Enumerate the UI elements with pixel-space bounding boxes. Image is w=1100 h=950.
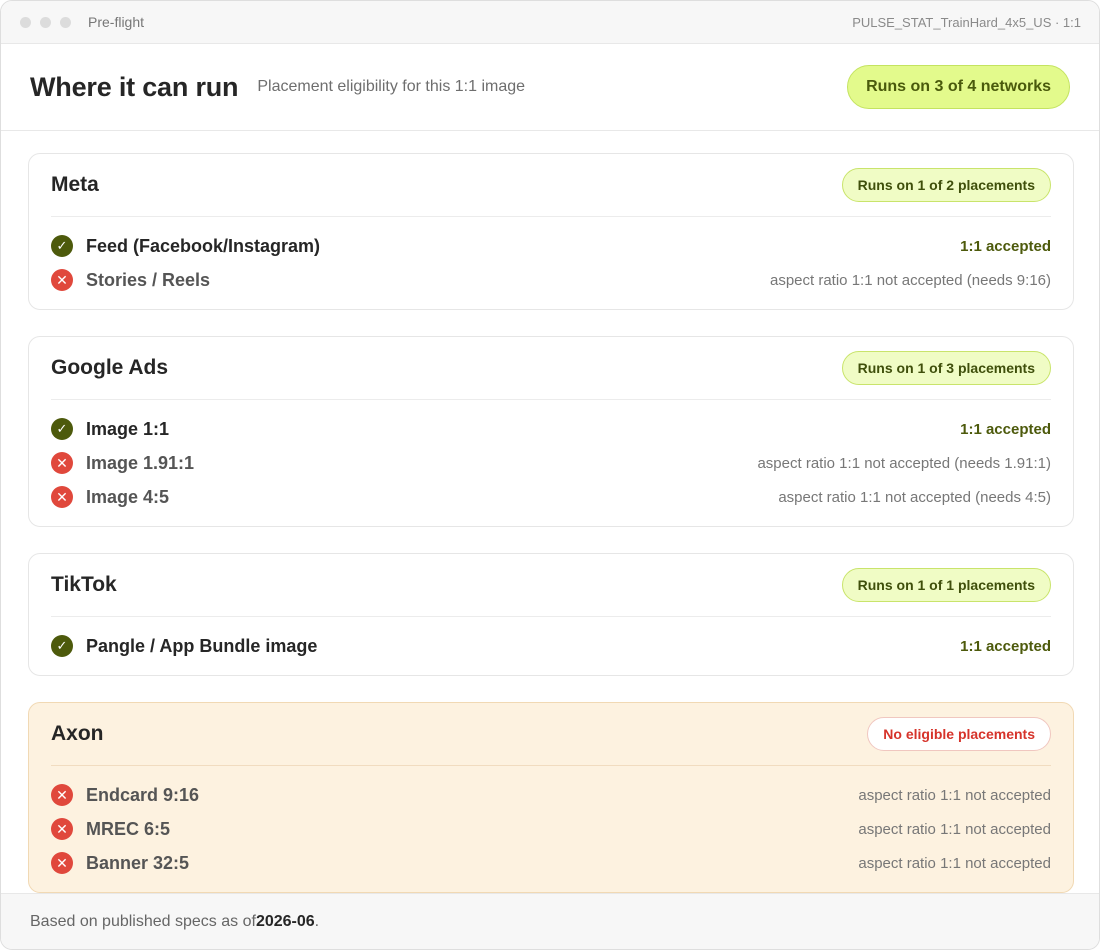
placement-result: aspect ratio 1:1 not accepted — [858, 854, 1051, 872]
placement-label: Endcard 9:16 — [86, 784, 200, 805]
placement-label: MREC 6:5 — [86, 818, 171, 839]
placement-result: aspect ratio 1:1 not accepted (needs 4:5… — [778, 488, 1051, 506]
placement-label: Image 1.91:1 — [86, 452, 195, 473]
placement-result: aspect ratio 1:1 not accepted — [858, 820, 1051, 838]
placement-list: ✓ Image 1:1 1:1 accepted ✕ Image 1.91:1 aspec… — [51, 400, 1051, 526]
footer-prefix: Based on published specs as of — [30, 912, 256, 930]
network-card-header: Meta Runs on 1 of 2 placements — [51, 154, 1051, 217]
placement-row: ✓ Image 1:1 1:1 accepted — [51, 412, 1051, 446]
x-icon: ✕ — [51, 852, 73, 874]
specs-date: 2026-06 — [255, 912, 315, 930]
network-card-header: Axon No eligible placements — [51, 703, 1051, 766]
placement-label: Stories / Reels — [86, 269, 211, 290]
x-icon: ✕ — [51, 784, 73, 806]
page-header: Where it can run Placement eligibility f… — [1, 44, 1099, 131]
title-bar: Pre-flight PULSE_STAT_TrainHard_4x5_US ·… — [1, 1, 1099, 44]
placement-row: ✕ Image 1.91:1 aspect ratio 1:1 not accept… — [51, 446, 1051, 480]
placement-row: ✕ Image 4:5 aspect ratio 1:1 not accepted … — [51, 480, 1051, 514]
placement-row: ✕ MREC 6:5 aspect ratio 1:1 not accepted — [51, 812, 1051, 846]
placements-summary-badge: Runs on 1 of 2 placements — [841, 168, 1051, 202]
maximize-window-button[interactable] — [60, 16, 71, 28]
placement-list: ✓ Feed (Facebook/Instagram) 1:1 accepted ✕ S… — [51, 217, 1051, 309]
window-controls — [20, 16, 71, 28]
x-icon: ✕ — [51, 269, 73, 291]
network-card-header: Google Ads Runs on 1 of 3 placements — [51, 337, 1051, 400]
placement-result: aspect ratio 1:1 not accepted (needs 1.9… — [757, 454, 1051, 472]
placement-row: ✓ Pangle / App Bundle image 1:1 accepted — [51, 629, 1051, 663]
placement-result: 1:1 accepted — [960, 637, 1051, 655]
file-name: PULSE_STAT_TrainHard_4x5_US · 1:1 — [852, 14, 1081, 30]
placement-result: aspect ratio 1:1 not accepted (needs 9:1… — [769, 271, 1051, 289]
placement-label: Banner 32:5 — [86, 852, 190, 873]
placement-result: 1:1 accepted — [960, 420, 1051, 438]
placement-row: ✕ Stories / Reels aspect ratio 1:1 not acc… — [51, 263, 1051, 297]
placement-label: Pangle / App Bundle image — [86, 635, 318, 656]
placement-list: ✕ Endcard 9:16 aspect ratio 1:1 not accept… — [51, 766, 1051, 892]
network-cards: Meta Runs on 1 of 2 placements ✓ Feed (Face… — [28, 153, 1074, 919]
placement-label: Image 4:5 — [86, 486, 170, 507]
x-icon: ✕ — [51, 486, 73, 508]
placement-list: ✓ Pangle / App Bundle image 1:1 accepted — [51, 617, 1051, 675]
check-icon: ✓ — [51, 418, 73, 440]
networks-summary-badge: Runs on 3 of 4 networks — [847, 65, 1070, 109]
network-name: Google Ads — [51, 356, 169, 379]
network-card-header: TikTok Runs on 1 of 1 placements — [51, 554, 1051, 617]
placements-summary-badge: Runs on 1 of 3 placements — [841, 351, 1051, 385]
network-card-google-ads: Google Ads Runs on 1 of 3 placements ✓ Imag… — [28, 336, 1074, 527]
x-icon: ✕ — [51, 818, 73, 840]
close-window-button[interactable] — [20, 16, 31, 28]
check-icon: ✓ — [51, 235, 73, 257]
network-name: Meta — [51, 173, 99, 196]
network-card-meta: Meta Runs on 1 of 2 placements ✓ Feed (Face… — [28, 153, 1074, 310]
preflight-window: Pre-flight PULSE_STAT_TrainHard_4x5_US ·… — [0, 0, 1100, 950]
placement-row: ✕ Banner 32:5 aspect ratio 1:1 not accepte… — [51, 846, 1051, 880]
placements-summary-badge: No eligible placements — [867, 717, 1051, 751]
placements-summary-badge: Runs on 1 of 1 placements — [841, 568, 1051, 602]
network-card-tiktok: TikTok Runs on 1 of 1 placements ✓ Pangle /… — [28, 553, 1074, 676]
placement-result: 1:1 accepted — [960, 237, 1051, 255]
placement-result: aspect ratio 1:1 not accepted — [858, 786, 1051, 804]
footer: Based on published specs as of 2026-06. — [1, 893, 1099, 949]
footer-suffix: . — [314, 912, 320, 930]
minimize-window-button[interactable] — [40, 16, 51, 28]
placement-label: Image 1:1 — [86, 418, 170, 439]
check-icon: ✓ — [51, 635, 73, 657]
network-name: Axon — [51, 722, 104, 745]
placement-row: ✓ Feed (Facebook/Instagram) 1:1 accepted — [51, 229, 1051, 263]
page-subtitle: Placement eligibility for this 1:1 image — [257, 78, 526, 95]
window-title: Pre-flight — [88, 14, 145, 30]
page-title: Where it can run — [30, 71, 239, 102]
network-card-axon: Axon No eligible placements ✕ Endcard 9:16 a… — [28, 702, 1074, 893]
placement-row: ✕ Endcard 9:16 aspect ratio 1:1 not accept… — [51, 778, 1051, 812]
x-icon: ✕ — [51, 452, 73, 474]
placement-label: Feed (Facebook/Instagram) — [86, 235, 321, 256]
network-name: TikTok — [51, 573, 117, 596]
